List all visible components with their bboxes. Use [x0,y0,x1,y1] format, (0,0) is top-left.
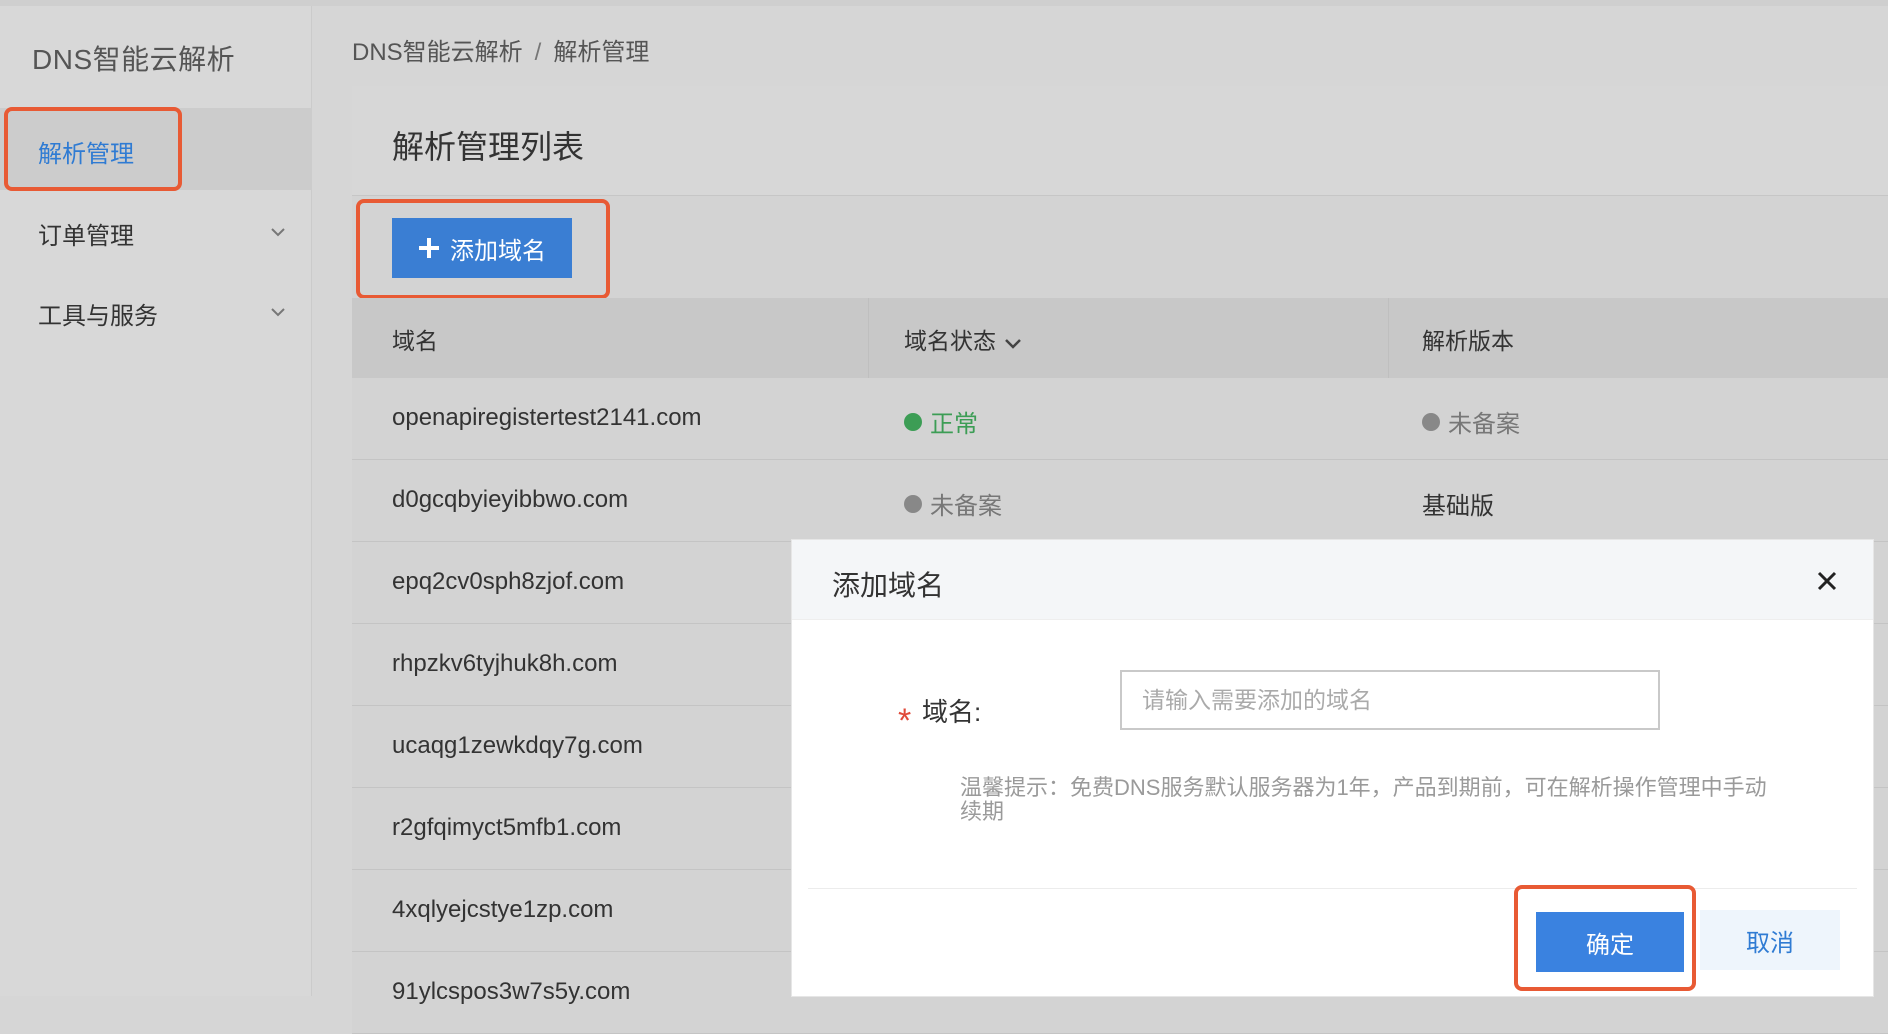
domain-cell[interactable]: openapiregistertest2141.com [392,404,702,432]
add-domain-dialog: 添加域名 * 域名: 温馨提示：免费DNS服务默认服务器为1年，产品到期前，可在… [792,540,1873,996]
chevron-down-icon[interactable] [1004,334,1022,352]
version-text: 基础版 [1422,493,1494,520]
table-row[interactable]: d0gcqbyieyibbwo.com 未备案 基础版 [352,460,1888,542]
status-cell: 正常 [904,404,978,439]
status-text: 未备案 [930,493,1002,520]
chevron-down-icon[interactable] [270,224,286,240]
domain-cell[interactable]: epq2cv0sph8zjof.com [392,568,624,596]
column-header-status[interactable]: 域名状态 [904,322,1022,356]
column-header-domain: 域名 [392,328,438,354]
status-cell: 未备案 [904,486,1002,521]
panel-header: 解析管理列表 [352,86,1888,196]
required-mark: * [898,702,912,740]
highlight-annotation [4,107,182,191]
chevron-down-icon[interactable] [270,304,286,320]
dialog-divider [808,888,1857,889]
column-header-version: 解析版本 [1422,328,1514,354]
highlight-annotation [356,199,610,299]
domain-field-label: 域名: [922,697,982,727]
close-icon[interactable] [1814,568,1840,594]
sidebar-title: DNS智能云解析 [32,44,236,75]
breadcrumb-root[interactable]: DNS智能云解析 [352,39,523,66]
column-divider [1388,298,1389,378]
domain-cell[interactable]: 91ylcspos3w7s5y.com [392,978,630,1006]
cancel-button[interactable]: 取消 [1700,910,1840,970]
domain-input[interactable] [1120,670,1660,730]
dialog-header: 添加域名 [792,540,1873,620]
breadcrumb-current: 解析管理 [553,39,650,66]
status-dot-icon [1422,412,1440,431]
version-cell: 未备案 [1422,404,1520,439]
status-text: 正常 [930,411,978,438]
sidebar: DNS智能云解析 解析管理 订单管理 工具与服务 [0,6,312,996]
breadcrumb: DNS智能云解析 / 解析管理 [352,32,649,67]
version-text: 未备案 [1448,411,1520,438]
domain-cell[interactable]: d0gcqbyieyibbwo.com [392,486,628,514]
table-header: 域名 域名状态 解析版本 [352,298,1888,378]
breadcrumb-separator: / [534,39,542,66]
highlight-annotation [1514,885,1696,991]
domain-cell[interactable]: ucaqg1zewkdqy7g.com [392,732,643,760]
sidebar-item-orders[interactable]: 订单管理 [38,216,134,251]
status-dot-icon [904,494,922,513]
status-dot-icon [904,412,922,431]
version-cell: 基础版 [1422,486,1494,521]
page-title: 解析管理列表 [392,129,585,165]
column-divider [868,298,869,378]
dialog-title: 添加域名 [832,570,945,601]
domain-cell[interactable]: rhpzkv6tyjhuk8h.com [392,650,617,678]
column-header-status-label: 域名状态 [904,328,996,354]
domain-cell[interactable]: 4xqlyejcstye1zp.com [392,896,613,924]
domain-cell[interactable]: r2gfqimyct5mfb1.com [392,814,621,842]
table-row[interactable]: openapiregistertest2141.com 正常 未备案 [352,378,1888,460]
hint-text: 温馨提示：免费DNS服务默认服务器为1年，产品到期前，可在解析操作管理中手动续期 [960,775,1767,824]
sidebar-item-tools[interactable]: 工具与服务 [38,296,158,331]
